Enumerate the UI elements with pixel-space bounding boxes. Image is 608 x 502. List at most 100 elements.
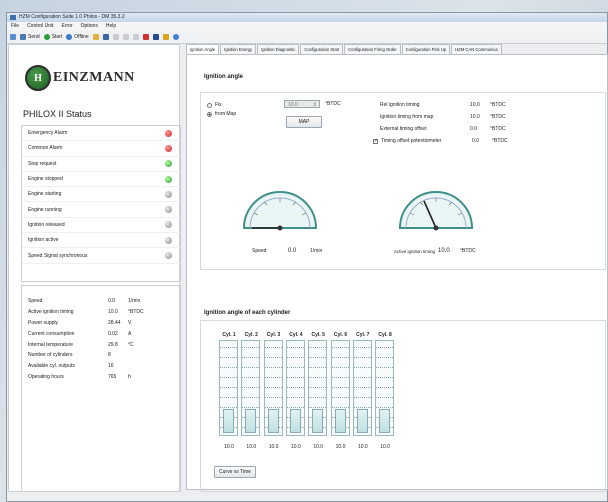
cylinder-tick: [264, 367, 282, 369]
info-label: Ignition timing from map: [380, 114, 434, 120]
cylinder-tick: [286, 357, 304, 359]
grid-icon[interactable]: [112, 34, 119, 40]
tab-item[interactable]: Configuration Firing Order: [344, 44, 401, 54]
value-label: Power supply: [28, 319, 59, 326]
cylinder-label: Cyl. 4: [289, 332, 303, 338]
cylinder-tick: [331, 367, 349, 369]
tab-item[interactable]: Configuration Start: [300, 44, 344, 54]
active-timing-label: Active ignition timing: [394, 248, 436, 254]
tab-item[interactable]: Ignition Diagnostic: [257, 44, 300, 54]
ignition-info-row: External timing offset 0.0 °BTDC: [380, 126, 506, 132]
cylinder-label: Cyl. 6: [333, 332, 348, 338]
ignition-info-row: Rel ignition timing 10.0 °BTDC: [380, 102, 506, 108]
timing-offset-checkbox[interactable]: ✓: [373, 138, 378, 144]
value-value: 8: [108, 352, 111, 359]
cylinder-tick: [309, 397, 327, 399]
cylinder-value: 10.0: [380, 444, 390, 450]
cylinder-tick: [264, 387, 282, 389]
toolbar: Send Start Offline: [7, 31, 607, 44]
logo-text: EINZMANN: [53, 70, 135, 85]
heinzmann-logo: H EINZMANN: [25, 65, 135, 91]
tab-item[interactable]: Ignition Energy: [220, 44, 257, 54]
menu-options[interactable]: Options: [81, 22, 98, 31]
status-led-icon: [165, 175, 172, 183]
value-label: Current consumption: [28, 330, 75, 337]
cylinder-tick: [220, 377, 237, 379]
cylinder-fill: [334, 409, 346, 433]
tab-item[interactable]: Ignition Angle: [186, 44, 220, 54]
map-radio[interactable]: from Map: [207, 111, 236, 117]
offline-button[interactable]: Offline: [66, 34, 89, 40]
cylinder-tick: [353, 357, 371, 359]
status-label: Emergency Alarm: [28, 130, 68, 137]
open-folder-icon[interactable]: [92, 34, 99, 40]
timing-gauge-hub: [433, 225, 439, 231]
cylinder-tick: [220, 347, 237, 349]
cylinder-tick: [264, 377, 282, 379]
tab-item[interactable]: HZM CAN Communica: [451, 44, 502, 54]
status-label: Speed Signal synchronous: [28, 252, 88, 259]
map-button[interactable]: MAP: [286, 116, 322, 128]
cylinder-tick: [353, 377, 371, 379]
speed-gauge-face: [242, 191, 318, 229]
cylinder-label: Cyl. 5: [311, 332, 325, 338]
send-label: Send: [28, 34, 40, 40]
timing-gauge-face: [398, 191, 474, 229]
fix-radio-label: Fix: [215, 102, 222, 108]
send-button[interactable]: Send: [20, 34, 40, 40]
cylinder-tick: [309, 377, 327, 379]
curve-vs-time-button[interactable]: Curve vs Time: [214, 466, 256, 478]
cylinder-value: 10.0: [224, 444, 234, 450]
ignition-info-row: ✓ Timing offset potentiometer 0.0 °BTDC: [373, 138, 508, 144]
cylinder-tick: [331, 377, 349, 379]
cylinder-tick: [376, 397, 394, 399]
cylinder-label: Cyl. 2: [244, 332, 258, 338]
cylinder-1: Cyl. 1 10.0: [219, 330, 239, 450]
fix-radio[interactable]: Fix: [207, 102, 222, 108]
menu-control-unit[interactable]: Control Unit: [27, 22, 53, 31]
lock-icon[interactable]: [152, 34, 159, 40]
value-value: 765: [108, 373, 117, 380]
cylinder-value: 10.0: [313, 444, 324, 450]
offline-label: Offline: [74, 34, 89, 40]
value-label: Operating hours: [28, 373, 64, 380]
cylinder-bar: [352, 340, 372, 436]
status-row: Speed Signal synchronous: [22, 248, 180, 264]
status-row: Engine running: [22, 202, 180, 218]
menu-help[interactable]: Help: [106, 22, 116, 31]
fix-value-spinner[interactable]: 10.0 ⇕: [284, 100, 320, 108]
speed-gauge: [242, 191, 318, 231]
cylinder-tick: [242, 357, 260, 359]
cylinder-value: 10.0: [335, 444, 346, 450]
new-icon[interactable]: [10, 34, 16, 40]
status-led-icon: [165, 221, 172, 229]
start-button[interactable]: Start: [43, 34, 62, 40]
tab-item[interactable]: Configuration Pick Up: [401, 44, 451, 54]
spinner-arrows-icon[interactable]: ⇕: [313, 101, 317, 109]
map-radio-button[interactable]: [207, 111, 212, 117]
table-icon[interactable]: [132, 34, 139, 40]
status-label: Engine starting: [28, 191, 62, 198]
cylinder-tick: [242, 347, 260, 349]
value-row: Operating hours 765 h: [22, 372, 180, 383]
list-icon[interactable]: [122, 34, 129, 40]
cylinder-fill: [379, 409, 391, 433]
info-icon[interactable]: [172, 34, 179, 40]
cylinder-6: Cyl. 6 10.0: [330, 330, 351, 450]
alarm-icon[interactable]: [142, 34, 149, 40]
tools-icon[interactable]: [162, 34, 169, 40]
cylinder-tick: [286, 377, 304, 379]
value-row: Internal temperature 29.8 °C: [22, 339, 180, 350]
value-value: 10.0: [108, 309, 118, 316]
menu-error[interactable]: Error: [61, 22, 72, 31]
ignition-angle-title: Ignition angle: [204, 74, 243, 80]
active-timing-value: 10.0: [438, 248, 450, 254]
value-value: 0.0: [108, 298, 115, 305]
menu-file[interactable]: File: [11, 22, 19, 31]
value-row: Speed 0.0 1/min: [22, 296, 180, 307]
fix-radio-button[interactable]: [207, 102, 212, 108]
send-icon: [20, 34, 26, 40]
status-led-icon: [165, 252, 172, 260]
value-value: 28.44: [108, 319, 121, 326]
save-icon[interactable]: [102, 34, 109, 40]
